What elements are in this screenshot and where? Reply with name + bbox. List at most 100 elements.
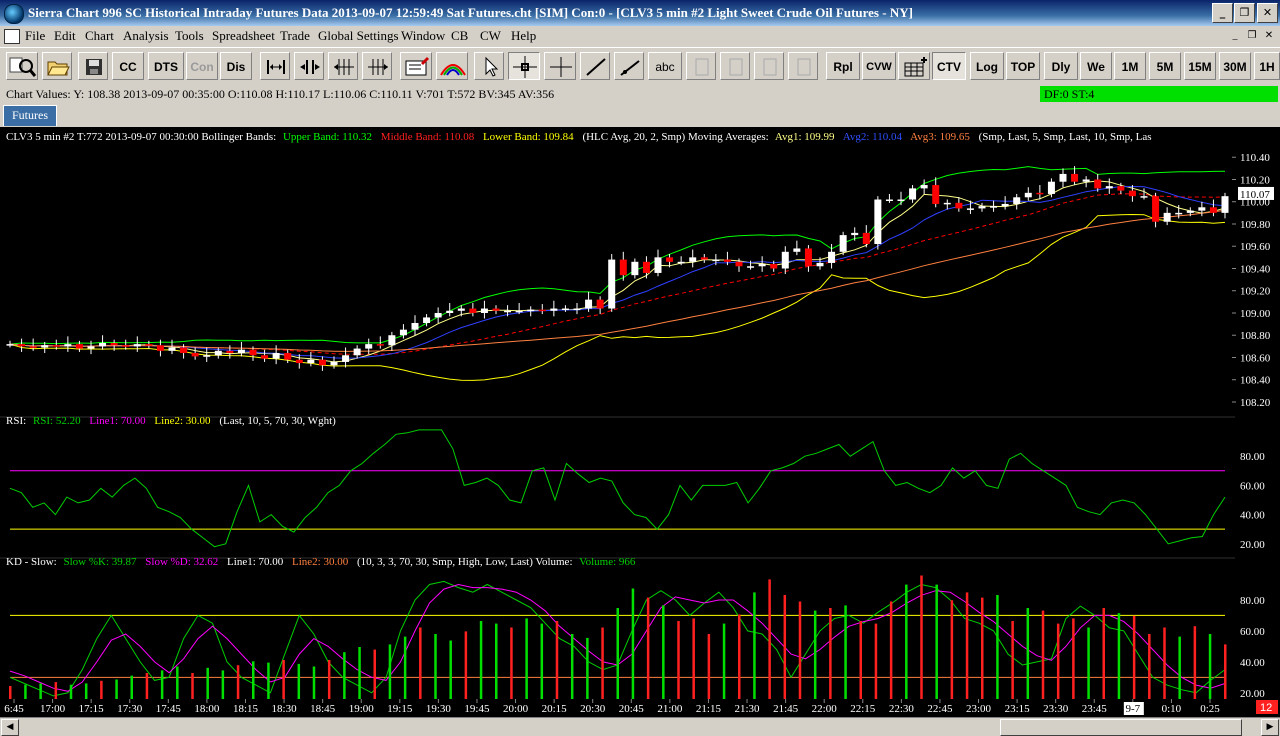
candle-body: [64, 344, 72, 347]
ctv-button[interactable]: CTV: [932, 52, 966, 80]
volume-bar: [282, 660, 285, 699]
rsi-axis-label: 60.00: [1240, 480, 1265, 492]
volume-bar: [570, 634, 574, 699]
scroll-right-button[interactable]: [362, 52, 392, 80]
menu-help[interactable]: Help: [511, 28, 536, 44]
kd-axis-label: 60.00: [1240, 626, 1265, 638]
scroll-right-arrow[interactable]: ▶: [1261, 719, 1279, 736]
log-button[interactable]: Log: [970, 52, 1004, 80]
candle-body: [191, 353, 199, 357]
volume-bar: [905, 584, 908, 699]
mdi-minimize-button[interactable]: _: [1228, 29, 1242, 42]
disabled-tool-4-button[interactable]: [788, 52, 818, 80]
candle-body: [608, 259, 616, 309]
1h-button[interactable]: 1H: [1254, 52, 1280, 80]
document-icon[interactable]: [4, 29, 20, 44]
1m-button[interactable]: 1M: [1114, 52, 1146, 80]
crosshair-tool-button[interactable]: [508, 52, 540, 80]
studies-button[interactable]: [436, 52, 468, 80]
candle-body: [1175, 212, 1183, 215]
time-axis-label: 19:15: [387, 703, 413, 715]
scroll-left-arrow[interactable]: ◀: [1, 719, 19, 736]
compress-bars-button[interactable]: [294, 52, 324, 80]
disabled-tool-1-button[interactable]: [686, 52, 716, 80]
chart-settings-button[interactable]: [400, 52, 432, 80]
chart-area[interactable]: 110.40 110.20 110.00 109.80 109.60 109.40 109.…: [0, 127, 1280, 717]
volume-bar: [388, 644, 392, 699]
close-button[interactable]: ✕: [1257, 3, 1278, 23]
bar-spacing-button[interactable]: [260, 52, 290, 80]
menu-edit[interactable]: Edit: [54, 28, 76, 44]
ray-tool-button[interactable]: [614, 52, 644, 80]
menu-file[interactable]: File: [25, 28, 45, 44]
restore-button[interactable]: ❐: [1234, 3, 1255, 23]
dts-button[interactable]: DTS: [148, 52, 184, 80]
mdi-restore-button[interactable]: ❐: [1245, 29, 1259, 42]
rpl-button[interactable]: Rpl: [826, 52, 860, 80]
candle-body: [156, 345, 164, 351]
disabled-tool-3-button[interactable]: [754, 52, 784, 80]
top-button[interactable]: TOP: [1006, 52, 1040, 80]
tab-futures[interactable]: Futures: [3, 105, 57, 126]
cc-button[interactable]: CC: [112, 52, 144, 80]
scroll-left-button[interactable]: [328, 52, 358, 80]
daily-button[interactable]: Dly: [1044, 52, 1078, 80]
tpo-button[interactable]: [898, 52, 930, 80]
scroll-thumb[interactable]: [1000, 719, 1242, 736]
text-tool-button[interactable]: abc: [648, 52, 682, 80]
pointer-tool-button[interactable]: [474, 52, 504, 80]
cursor-tool-button[interactable]: [544, 52, 576, 80]
mdi-close-button[interactable]: ✕: [1262, 29, 1276, 42]
menu-chart[interactable]: Chart: [85, 28, 114, 44]
candle-body: [434, 312, 442, 318]
candle-body: [550, 308, 558, 311]
con-button[interactable]: Con: [186, 52, 218, 80]
candle-body: [99, 343, 107, 347]
candle-body: [1140, 196, 1148, 198]
volume-bar: [39, 683, 42, 699]
dis-button[interactable]: Dis: [220, 52, 252, 80]
candle-body: [874, 199, 882, 245]
horizontal-scrollbar[interactable]: ◀ ▶: [0, 717, 1280, 736]
menu-cw[interactable]: CW: [480, 28, 501, 44]
menu-global-settings[interactable]: Global Settings: [318, 28, 399, 44]
30m-button[interactable]: 30M: [1219, 52, 1251, 80]
sierra-chart-app-icon[interactable]: [4, 4, 24, 24]
minimize-button[interactable]: _: [1212, 3, 1233, 23]
thin-crosshair-icon: [550, 57, 572, 77]
menu-trade[interactable]: Trade: [280, 28, 310, 44]
cvw-button[interactable]: CVW: [862, 52, 896, 80]
time-axis-label: 18:45: [310, 703, 336, 715]
volume-bar: [859, 621, 862, 699]
candle-body: [897, 199, 905, 202]
15m-button[interactable]: 15M: [1184, 52, 1216, 80]
volume-bar: [510, 627, 513, 699]
candle-body: [723, 259, 731, 262]
candle-body: [816, 262, 824, 267]
rsi-axis-label: 20.00: [1240, 539, 1265, 551]
chart-canvas[interactable]: 110.40110.20110.00109.80109.60109.40109.…: [0, 127, 1280, 717]
menu-cb[interactable]: CB: [451, 28, 468, 44]
menu-window[interactable]: Window: [401, 28, 445, 44]
candle-body: [1117, 186, 1125, 191]
price-axis-label: 109.60: [1240, 241, 1271, 253]
save-button[interactable]: [78, 52, 108, 80]
line-tool-button[interactable]: [580, 52, 610, 80]
volume-bars: [9, 575, 1227, 699]
menu-tools[interactable]: Tools: [175, 28, 204, 44]
disabled-tool-2-button[interactable]: [720, 52, 750, 80]
open-button[interactable]: [42, 52, 72, 80]
kd-axis-label: 80.00: [1240, 595, 1265, 607]
ma-params: (Smp, Last, 5, Smp, Last, 10, Smp, Las: [979, 131, 1152, 143]
volume-bar: [677, 621, 680, 699]
symbol-search-button[interactable]: [6, 52, 38, 80]
volume-bar: [996, 595, 999, 699]
5m-button[interactable]: 5M: [1149, 52, 1181, 80]
weekly-button[interactable]: We: [1080, 52, 1112, 80]
volume-bar: [1224, 644, 1227, 699]
kd-axis-label: 20.00: [1240, 688, 1265, 700]
menu-spreadsheet[interactable]: Spreadsheet: [212, 28, 275, 44]
menu-analysis[interactable]: Analysis: [123, 28, 169, 44]
candle-body: [457, 308, 465, 311]
volume-bar: [221, 670, 225, 699]
